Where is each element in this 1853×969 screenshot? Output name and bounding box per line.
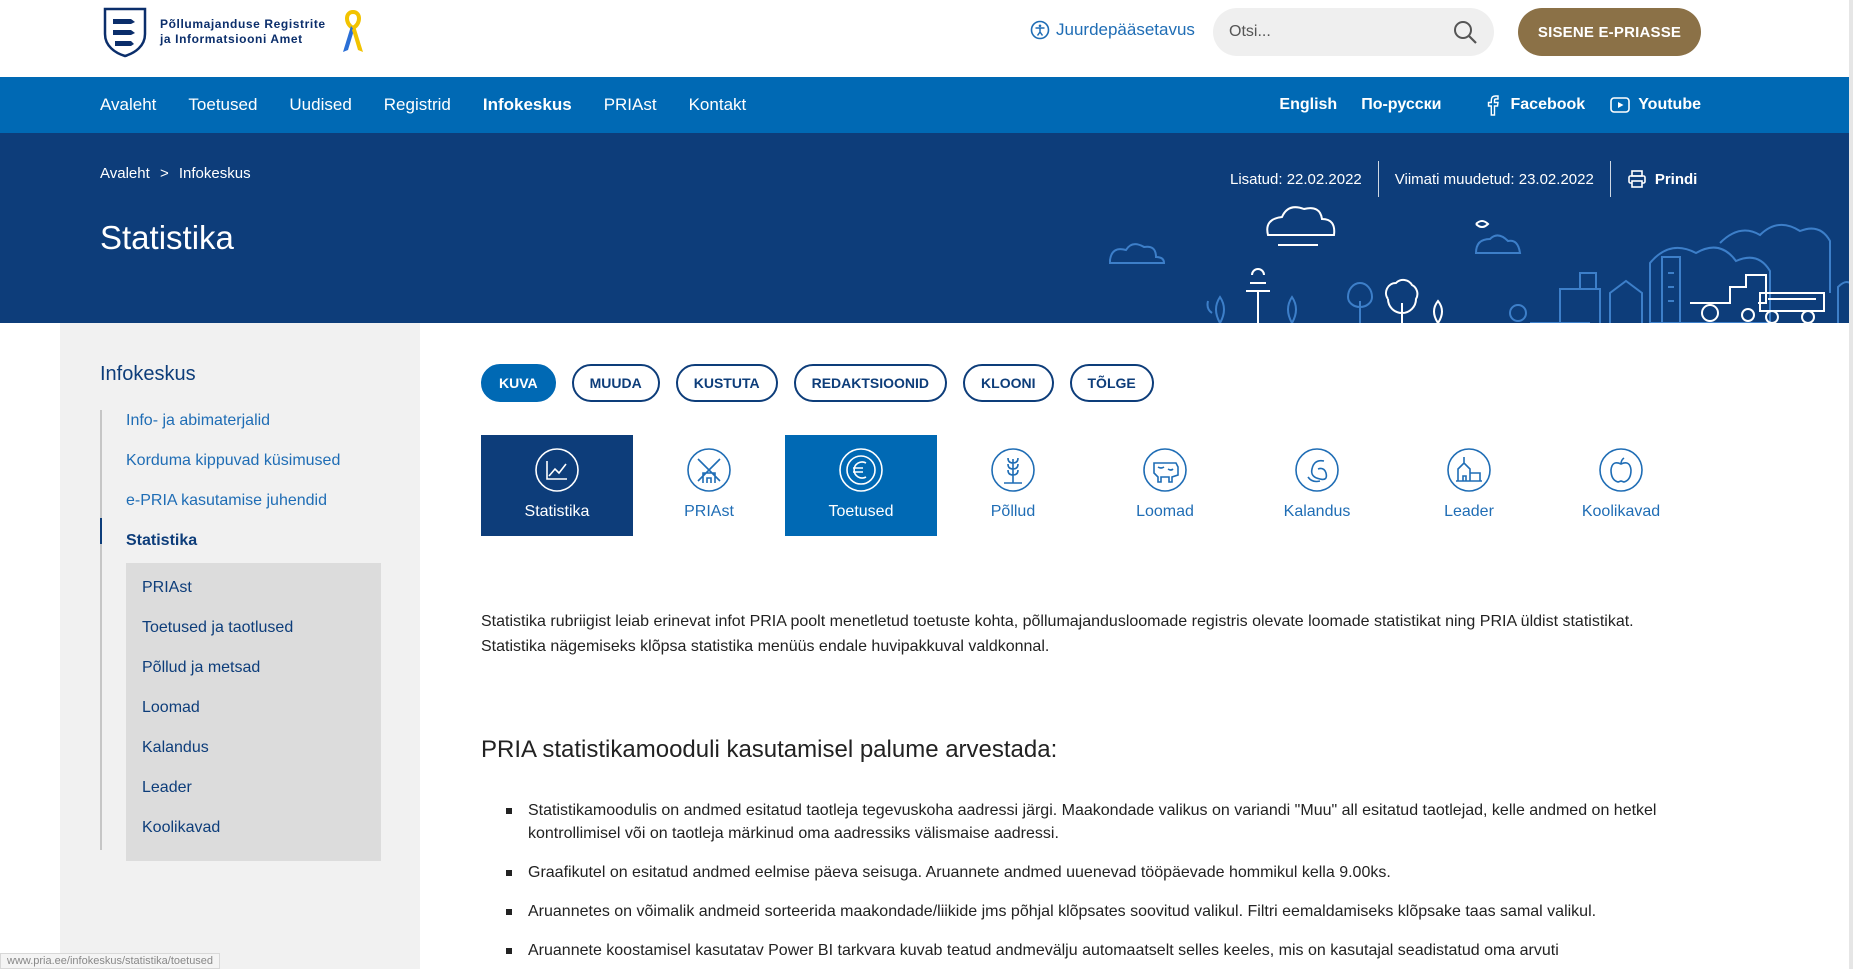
delete-button[interactable]: KUSTUTA: [675, 364, 778, 402]
notes-list: Statistikamoodulis on andmed esitatud ta…: [506, 799, 1676, 969]
intro-paragraph: Statistika rubriigist leiab erinevat inf…: [481, 613, 1634, 655]
list-item: Aruannete koostamisel kasutatav Power BI…: [506, 939, 1676, 962]
sidebar: Infokeskus Info- ja abimaterjalid Kordum…: [60, 323, 420, 969]
apple-icon: [1599, 448, 1643, 492]
search-icon[interactable]: [1452, 19, 1478, 45]
fish-icon: [1295, 448, 1339, 492]
primary-menu: Avaleht Toetused Uudised Registrid Infok…: [100, 77, 746, 133]
nav-item-infokeskus[interactable]: Infokeskus: [483, 95, 572, 115]
status-bar-url: www.pria.ee/infokeskus/statistika/toetus…: [0, 953, 221, 969]
tile-label: Loomad: [1136, 503, 1194, 520]
logo-line-2: ja Informatsiooni Amet: [160, 32, 303, 46]
tile-label: Leader: [1444, 503, 1494, 520]
youtube-icon: [1610, 97, 1630, 113]
nav-item-registrid[interactable]: Registrid: [384, 95, 451, 115]
list-item: Statistikamoodulis on andmed esitatud ta…: [506, 799, 1676, 845]
section-heading: PRIA statistikamooduli kasutamisel palum…: [481, 736, 1058, 763]
sidebar-submenu: PRIAst Toetused ja taotlused Põllud ja m…: [126, 563, 381, 861]
nav-item-toetused[interactable]: Toetused: [188, 95, 257, 115]
edit-button[interactable]: MUUDA: [571, 364, 660, 402]
youtube-label: Youtube: [1638, 96, 1701, 113]
sidebar-subitem-toetused[interactable]: Toetused ja taotlused: [142, 619, 293, 637]
tile-label: PRIAst: [684, 503, 734, 520]
sidebar-title[interactable]: Infokeskus: [100, 363, 196, 386]
language-russian-link[interactable]: По-русски: [1361, 96, 1441, 114]
euro-icon: [839, 448, 883, 492]
breadcrumb-home[interactable]: Avaleht: [100, 165, 150, 182]
breadcrumb-current[interactable]: Infokeskus: [179, 165, 251, 182]
sidebar-subitem-pollud[interactable]: Põllud ja metsad: [142, 659, 260, 677]
accessibility-label: Juurdepääsetavus: [1056, 20, 1195, 39]
facebook-link[interactable]: Facebook: [1482, 94, 1586, 116]
cow-icon: [1143, 448, 1187, 492]
sidebar-item-statistika[interactable]: Statistika: [126, 532, 197, 550]
clone-button[interactable]: KLOONI: [963, 364, 1054, 402]
edit-actions: KUVA MUUDA KUSTUTA REDAKTSIOONID KLOONI …: [481, 364, 1154, 402]
accessibility-link[interactable]: Juurdepääsetavus: [1030, 20, 1195, 40]
language-english-link[interactable]: English: [1279, 96, 1337, 114]
accessibility-icon: [1030, 20, 1050, 40]
tile-loomad[interactable]: Loomad: [1089, 435, 1241, 536]
top-header: Põllumajanduse Registrite ja Informatsio…: [0, 0, 1853, 77]
windmill-icon: [687, 448, 731, 492]
list-item: Graafikutel on esitatud andmed eelmise p…: [506, 861, 1676, 884]
breadcrumb-separator: >: [159, 165, 169, 182]
translate-button[interactable]: TÕLGE: [1069, 364, 1154, 402]
farm-landscape-illustration: [1109, 206, 1853, 323]
nav-item-kontakt[interactable]: Kontakt: [689, 95, 747, 115]
tile-label: Kalandus: [1283, 503, 1351, 520]
nav-item-avaleht[interactable]: Avaleht: [100, 95, 156, 115]
revisions-button[interactable]: REDAKTSIOONID: [793, 364, 948, 402]
tile-priast[interactable]: PRIAst: [633, 435, 785, 536]
nav-item-uudised[interactable]: Uudised: [289, 95, 351, 115]
tile-koolikavad[interactable]: Koolikavad: [1545, 435, 1697, 536]
coat-of-arms-icon: [103, 7, 147, 58]
tile-toetused[interactable]: Toetused: [785, 435, 937, 536]
sidebar-active-marker: [100, 518, 102, 544]
tile-label: Põllud: [990, 503, 1036, 520]
youtube-link[interactable]: Youtube: [1609, 94, 1701, 116]
scrollbar[interactable]: [1849, 0, 1853, 969]
breadcrumb: Avaleht > Infokeskus: [100, 165, 257, 182]
facebook-label: Facebook: [1510, 96, 1586, 113]
facebook-icon: [1487, 95, 1499, 116]
tile-statistika[interactable]: Statistika: [481, 435, 633, 536]
search-input[interactable]: [1229, 23, 1439, 41]
tile-label: Koolikavad: [1581, 503, 1661, 520]
enter-epria-button[interactable]: SISENE E-PRIASSE: [1518, 8, 1701, 56]
logo-text: Põllumajanduse Registrite ja Informatsio…: [160, 17, 326, 47]
village-icon: [1447, 448, 1491, 492]
view-button[interactable]: KUVA: [481, 364, 556, 402]
pria-logo[interactable]: Põllumajanduse Registrite ja Informatsio…: [100, 6, 366, 58]
sidebar-subitem-loomad[interactable]: Loomad: [142, 699, 200, 717]
tile-kalandus[interactable]: Kalandus: [1241, 435, 1393, 536]
sidebar-subitem-leader[interactable]: Leader: [142, 779, 192, 797]
secondary-menu: English По-русски Facebook Youtube: [1279, 77, 1701, 133]
search-box: [1213, 8, 1494, 56]
page-hero: Avaleht > Infokeskus Statistika Lisatud:…: [0, 133, 1853, 323]
tile-leader[interactable]: Leader: [1393, 435, 1545, 536]
page-title: Statistika: [100, 219, 234, 256]
wheat-icon: [991, 448, 1035, 492]
list-item: Aruannetes on võimalik andmeid sorteerid…: [506, 900, 1676, 923]
sidebar-item-info-materials[interactable]: Info- ja abimaterjalid: [126, 412, 270, 430]
nav-item-priast[interactable]: PRIAst: [604, 95, 657, 115]
sidebar-tree-line: [100, 410, 102, 850]
logo-line-1: Põllumajanduse Registrite: [160, 17, 326, 31]
ukraine-ribbon-icon: [342, 10, 363, 52]
tile-label: Toetused: [828, 503, 894, 520]
sidebar-subitem-koolikavad[interactable]: Koolikavad: [142, 819, 220, 837]
sidebar-subitem-priast[interactable]: PRIAst: [142, 579, 192, 597]
sidebar-item-faq[interactable]: Korduma kippuvad küsimused: [126, 452, 340, 470]
statistics-categories: Statistika PRIAst Toetused Põllud Loomad: [481, 435, 1697, 536]
sidebar-item-epria-guides[interactable]: e-PRIA kasutamise juhendid: [126, 492, 327, 510]
main-navigation: Avaleht Toetused Uudised Registrid Infok…: [0, 77, 1853, 133]
tile-pollud[interactable]: Põllud: [937, 435, 1089, 536]
chart-icon: [535, 448, 579, 492]
tile-label: Statistika: [524, 503, 590, 520]
sidebar-subitem-kalandus[interactable]: Kalandus: [142, 739, 209, 757]
